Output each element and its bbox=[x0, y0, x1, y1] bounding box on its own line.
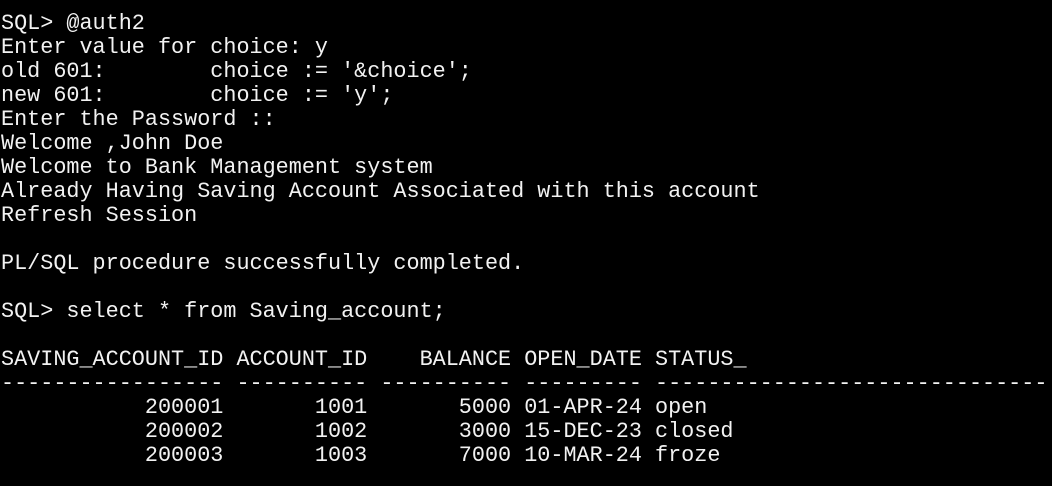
output-line: Enter the Password :: bbox=[1, 107, 276, 132]
output-line: Already Having Saving Account Associated… bbox=[1, 179, 760, 204]
output-line: Enter value for choice: y bbox=[1, 35, 329, 60]
output-line: Refresh Session bbox=[1, 203, 198, 228]
output-line: Welcome ,John Doe bbox=[1, 131, 224, 156]
output-line: new 601: choice := 'y'; bbox=[1, 83, 394, 108]
output-line: Welcome to Bank Management system bbox=[1, 155, 433, 180]
output-line: old 601: choice := '&choice'; bbox=[1, 59, 472, 84]
terminal-window[interactable]: SQL> @auth2 Enter value for choice: y ol… bbox=[0, 0, 1052, 486]
table-row: 200001 1001 5000 01-APR-24 open bbox=[1, 395, 708, 420]
table-row: 200002 1002 3000 15-DEC-23 closed bbox=[1, 419, 734, 444]
output-line: PL/SQL procedure successfully completed. bbox=[1, 251, 525, 276]
table-row: 200003 1003 7000 10-MAR-24 froze bbox=[1, 443, 721, 468]
table-separator: ----------------- ---------- ---------- … bbox=[1, 371, 1048, 396]
prompt-line: SQL> select * from Saving_account; bbox=[1, 299, 446, 324]
prompt-line: SQL> @auth2 bbox=[1, 11, 145, 36]
table-header: SAVING_ACCOUNT_ID ACCOUNT_ID BALANCE OPE… bbox=[1, 347, 747, 372]
